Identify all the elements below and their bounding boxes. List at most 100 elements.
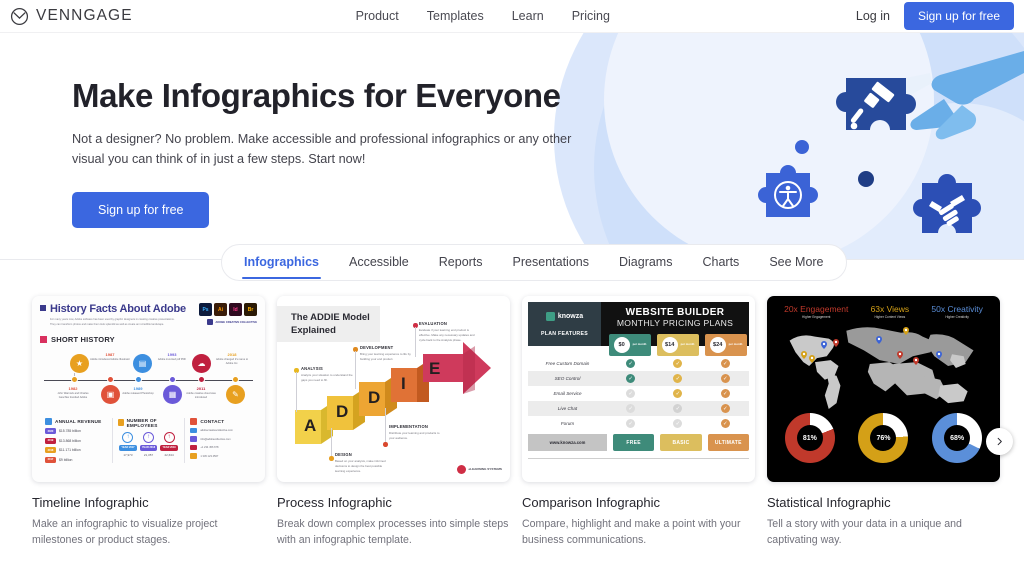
step-label: IMPLEMENTATION [389, 424, 429, 429]
donut-value: 81% [796, 425, 823, 451]
thumbnail-process-infographic[interactable]: The ADDIE Model Explained A D D I E ANAL… [277, 296, 510, 482]
card-description: Tell a story with your data in a unique … [767, 518, 962, 546]
panel-annual-revenue: ANNUAL REVENUE 2020 $15.785 billion 2019 $… [40, 417, 112, 463]
panel-title: CONTACT [200, 418, 225, 424]
badge-br: Br [244, 303, 257, 316]
nav-item-product[interactable]: Product [356, 9, 399, 23]
stat-value: 20x Engagement [784, 304, 849, 314]
check-icon-disabled: ✓ [626, 419, 636, 428]
panel-marker-icon [190, 417, 198, 425]
stat-item: 63x Views Higher Content Views [871, 304, 910, 319]
chevron-right-icon [997, 437, 1002, 446]
check-icon-disabled: ✓ [673, 419, 683, 428]
template-card[interactable]: History Facts About Adobe For many years… [32, 296, 265, 583]
accent-square-icon [40, 305, 46, 311]
employee-count: 22,634 [164, 452, 174, 457]
signup-button-header[interactable]: Sign up for free [903, 2, 1014, 30]
step-label: ANALYSIS [301, 366, 323, 371]
step-connector [331, 428, 332, 456]
category-tabs: Infographics Accessible Reports Presenta… [0, 244, 1024, 291]
plan-ultimate: $24 per month [705, 334, 747, 356]
tab-reports[interactable]: Reports [437, 246, 485, 279]
login-link[interactable]: Log in [856, 9, 890, 23]
check-icon: ✓ [626, 374, 636, 383]
step-connector [415, 327, 416, 357]
feature-row: Free Custom Domain ✓ ✓ ✓ [528, 356, 749, 371]
hero-dot-2 [858, 171, 874, 187]
donut-value: 68% [944, 425, 971, 451]
thumbnail-timeline-infographic[interactable]: History Facts About Adobe For many years… [32, 296, 265, 482]
tab-infographics[interactable]: Infographics [242, 246, 322, 279]
venn-circle-logo-icon [10, 7, 29, 26]
thumbnail-statistical-infographic[interactable]: 20x Engagement Higher Engagement 63x Vie… [767, 296, 1000, 482]
hero-signup-button[interactable]: Sign up for free [72, 191, 210, 228]
revenue-value: $15.785 billion [59, 429, 81, 434]
tab-presentations[interactable]: Presentations [511, 246, 591, 279]
plan-headers: $0 per month $14 per month $24 per month [607, 334, 749, 356]
panel-contact: CONTACT adobecreativecollective.com info… [184, 417, 257, 463]
thumb-brandline: ADOBE CREATIVE COLLECTIVE [215, 320, 257, 324]
card-description: Break down complex processes into simple… [277, 518, 509, 546]
timeline-caption: Adobe changed it's name to Adobe Inc. [215, 357, 249, 366]
revenue-value: $13.868 billion [59, 438, 81, 443]
template-card[interactable]: knowza PLAN FEATURES WEBSITE BUILDER MON… [522, 296, 755, 583]
plan-tag-basic: BASIC [660, 434, 702, 451]
panel-marker-icon [45, 417, 52, 425]
tab-see-more[interactable]: See More [767, 246, 825, 279]
plan-period: per month [632, 342, 647, 347]
features-header: PLAN FEATURES [540, 331, 589, 337]
thumbnail-comparison-infographic[interactable]: knowza PLAN FEATURES WEBSITE BUILDER MON… [522, 296, 755, 482]
timeline-caption: Adobe released Photoshop [122, 391, 154, 395]
hero-subtitle: Not a designer? No problem. Make accessi… [72, 132, 572, 166]
contact-value: info@adobecollective.com [200, 437, 231, 441]
year-tag: 2017 [45, 456, 56, 463]
check-icon: ✓ [720, 374, 730, 383]
check-icon: ✓ [626, 359, 636, 368]
timeline-year: 1993 [167, 351, 177, 357]
map-pin-icon [936, 351, 942, 359]
check-icon: ✓ [720, 359, 730, 368]
stat-headline-row: 20x Engagement Higher Engagement 63x Vie… [773, 304, 994, 319]
plan-tag-ultimate: ULTIMATE [707, 434, 749, 451]
section-marker-icon [40, 335, 47, 343]
template-card[interactable]: 20x Engagement Higher Engagement 63x Vie… [767, 296, 1000, 583]
template-card[interactable]: The ADDIE Model Explained A D D I E ANAL… [277, 296, 510, 583]
step-label: EVALUATION [419, 321, 448, 326]
check-icon: ✓ [720, 389, 730, 398]
timeline-year: 2018 [227, 351, 237, 357]
tab-accessible[interactable]: Accessible [347, 246, 411, 279]
feature-name: SEO Control [554, 376, 581, 381]
nav-item-templates[interactable]: Templates [427, 9, 484, 23]
step-label-analysis: ANALYSIS Analyze your situation to under… [301, 366, 353, 383]
stat-label: Higher Creativity [945, 315, 969, 319]
map-pin-icon [876, 336, 882, 344]
nav-item-pricing[interactable]: Pricing [572, 9, 610, 23]
step-marker-icon [329, 456, 334, 461]
panel-marker-icon [117, 419, 124, 427]
plan-period: per month [680, 342, 695, 347]
brand-logo[interactable]: VENNGAGE [10, 7, 133, 26]
timeline-year: 1989 [133, 385, 143, 391]
nav-item-learn[interactable]: Learn [512, 9, 544, 23]
year-tag: 2019 [45, 437, 56, 444]
timeline-node [198, 376, 205, 384]
year-tag: 2018 [45, 447, 56, 454]
feature-name: Free Custom Domain [545, 361, 590, 366]
tab-diagrams[interactable]: Diagrams [617, 246, 675, 279]
step-letter: E [429, 359, 441, 378]
timeline-icon-2018: ✎ [226, 384, 245, 404]
contact-value: adobecreativecollective.com [200, 429, 233, 433]
feature-name: Forum [560, 421, 575, 426]
map-pin-icon [821, 341, 827, 349]
check-icon: ✓ [673, 374, 683, 383]
step-letter: A [304, 416, 317, 435]
hero-dot-1 [795, 140, 809, 154]
timeline-node [107, 376, 114, 384]
carousel-next-button[interactable] [986, 428, 1013, 455]
step-marker-icon [383, 442, 388, 447]
timeline-caption: Adobe introduced Adobe Illustrator [90, 357, 130, 361]
step-connector [385, 408, 386, 442]
stat-item: 20x Engagement Higher Engagement [784, 304, 848, 319]
stat-item: 50x Creativity Higher Creativity [931, 304, 983, 319]
tab-charts[interactable]: Charts [700, 246, 741, 279]
